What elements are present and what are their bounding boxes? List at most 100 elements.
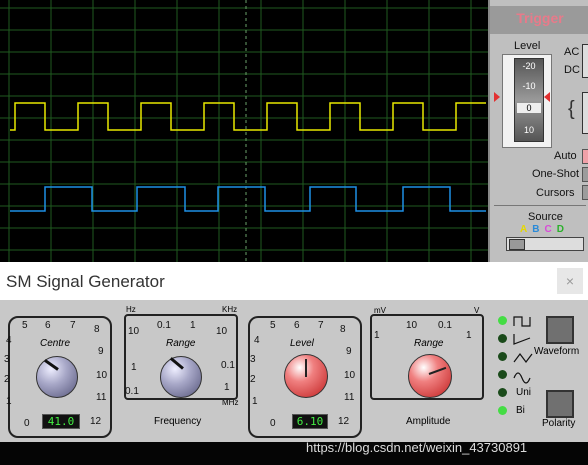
polarity-led-uni (498, 388, 507, 397)
trigger-level-scale: -20 -10 0 10 (514, 58, 544, 142)
source-c[interactable]: C (544, 224, 551, 235)
level-knob-indicator (305, 359, 307, 377)
triangle-wave-icon (513, 353, 533, 363)
ac-dc-switch[interactable] (582, 44, 588, 78)
generator-body: 5 6 7 8 9 10 11 12 0 1 2 3 4 Centre 41.0… (0, 300, 588, 442)
level-tick: 5 (270, 320, 276, 331)
scale-tick: -10 (522, 81, 536, 91)
centre-tick: 12 (90, 416, 102, 427)
source-slider[interactable] (506, 237, 584, 251)
freq-tick: 1 (224, 382, 230, 393)
bi-label: Bi (516, 405, 525, 416)
trigger-level-label: Level (514, 40, 541, 52)
khz-label: KHz (222, 305, 238, 314)
centre-tick: 6 (45, 320, 51, 331)
trace-a (10, 102, 486, 131)
level-tick: 4 (254, 335, 260, 346)
centre-tick: 1 (6, 396, 12, 407)
amp-tick: 0.1 (438, 320, 452, 331)
scale-tick: 0 (517, 103, 541, 113)
uni-label: Uni (516, 387, 532, 398)
edge-switch[interactable] (582, 92, 588, 134)
freq-tick: 10 (216, 326, 228, 337)
freq-range-knob[interactable] (160, 356, 202, 398)
ac-label: AC (564, 46, 580, 58)
level-tick: 7 (318, 320, 324, 331)
centre-label: Centre (40, 338, 71, 349)
source-b[interactable]: B (532, 224, 539, 235)
level-readout: 6.10 (292, 414, 328, 429)
centre-tick: 11 (96, 392, 107, 403)
generator-title: SM Signal Generator (6, 272, 165, 291)
freq-tick: 0.1 (125, 386, 139, 397)
one-shot-button[interactable] (582, 167, 588, 182)
waveform-button[interactable] (546, 316, 574, 344)
sawtooth-wave-icon (513, 334, 531, 345)
close-button[interactable]: × (557, 268, 583, 294)
oscilloscope-screen (0, 0, 488, 262)
level-pointer-right-icon (544, 92, 550, 102)
waveform-led-sawtooth (498, 334, 507, 343)
centre-tick: 7 (70, 320, 76, 331)
source-slider-thumb[interactable] (509, 239, 525, 250)
amp-range-knob[interactable] (408, 354, 452, 398)
level-tick: 6 (294, 320, 300, 331)
centre-tick: 3 (4, 354, 10, 365)
one-shot-label: One-Shot (532, 168, 580, 180)
centre-knob[interactable] (36, 356, 78, 398)
amp-range-label: Range (414, 338, 444, 349)
freq-tick: 1 (190, 320, 196, 331)
square-wave-icon (513, 316, 531, 327)
waveform-led-square (498, 316, 507, 325)
level-tick: 8 (340, 324, 346, 335)
cursors-button[interactable] (582, 185, 588, 200)
freq-tick: 0.1 (157, 320, 171, 331)
level-pointer-left-icon (494, 92, 500, 102)
auto-button[interactable] (582, 149, 588, 164)
scale-tick: 10 (523, 125, 534, 135)
centre-tick: 5 (22, 320, 28, 331)
source-a[interactable]: A (520, 224, 527, 235)
freq-tick: 0.1 (221, 360, 235, 371)
level-label: Level (290, 338, 314, 349)
centre-readout: 41.0 (42, 414, 80, 429)
level-tick: 2 (250, 374, 256, 385)
scale-tick: -20 (522, 61, 536, 71)
freq-knob-indicator (169, 357, 184, 370)
source-label: Source (528, 211, 563, 223)
cursors-label: Cursors (536, 187, 575, 199)
centre-tick: 10 (96, 370, 108, 381)
divider (494, 205, 586, 206)
waveform-label: Waveform (534, 346, 580, 357)
trace-b (10, 186, 486, 212)
level-tick: 0 (270, 418, 276, 429)
amp-knob-indicator (428, 366, 447, 375)
polarity-button[interactable] (546, 390, 574, 418)
polarity-led-bi (498, 406, 507, 415)
freq-tick: 1 (131, 362, 137, 373)
dc-label: DC (564, 64, 580, 76)
source-channel-letters: ABCD (520, 224, 564, 235)
sine-wave-icon (513, 372, 531, 384)
frequency-label: Frequency (154, 416, 202, 427)
amp-tick: 10 (406, 320, 418, 331)
level-knob[interactable] (284, 354, 328, 398)
trigger-title: Trigger (516, 10, 564, 26)
level-tick: 9 (346, 346, 352, 357)
auto-label: Auto (554, 150, 577, 162)
level-tick: 10 (344, 370, 356, 381)
scope-grid (0, 0, 488, 262)
centre-tick: 8 (94, 324, 100, 335)
level-tick: 12 (338, 416, 350, 427)
amp-tick: 1 (374, 330, 380, 341)
centre-knob-indicator (44, 359, 59, 371)
freq-range-label: Range (166, 338, 196, 349)
hz-label: Hz (126, 305, 136, 314)
waveform-led-triangle (498, 352, 507, 361)
centre-tick: 0 (24, 418, 30, 429)
centre-tick: 4 (6, 335, 12, 346)
polarity-label: Polarity (542, 418, 576, 429)
waveform-led-sine (498, 370, 507, 379)
source-d[interactable]: D (557, 224, 564, 235)
waveform-icons (513, 316, 533, 384)
